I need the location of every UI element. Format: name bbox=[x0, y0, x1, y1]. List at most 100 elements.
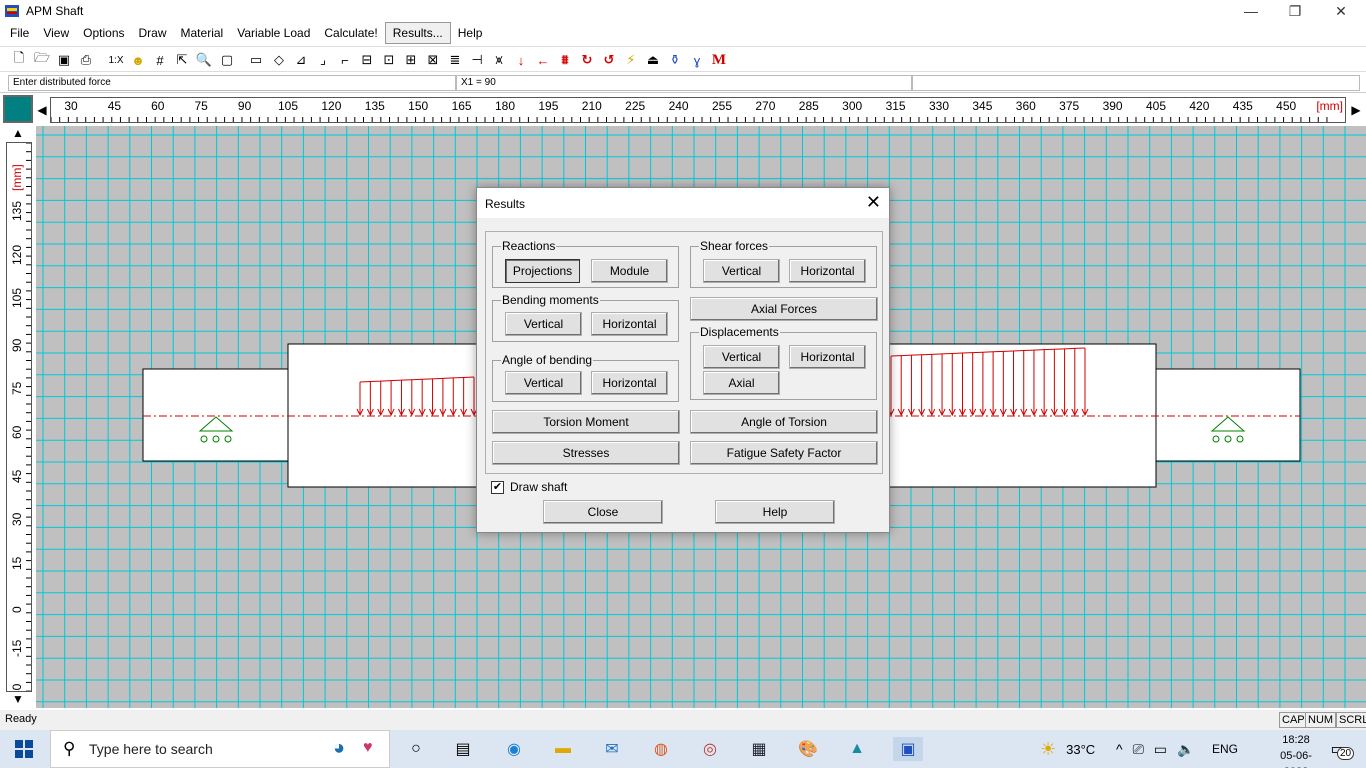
dialog-close-icon[interactable]: ✕ bbox=[866, 192, 881, 213]
grid-button[interactable]: # bbox=[150, 50, 170, 70]
draw-spline-button[interactable]: ≣ bbox=[445, 50, 465, 70]
draw-keyway-button[interactable]: ⊡ bbox=[379, 50, 399, 70]
zoom-button[interactable]: 🔍 bbox=[194, 50, 214, 70]
reactions-module-button[interactable]: Module bbox=[591, 259, 668, 283]
clock[interactable]: 18:28 05-06-2022 bbox=[1270, 732, 1322, 768]
shear-horizontal-button[interactable]: Horizontal bbox=[789, 259, 866, 283]
file-explorer-button[interactable]: ▬ bbox=[551, 737, 575, 761]
stresses-button[interactable]: Stresses bbox=[492, 441, 680, 465]
widgets-button[interactable]: ▤ bbox=[451, 737, 475, 761]
menu-help[interactable]: Help bbox=[451, 22, 490, 44]
shear-vertical-button[interactable]: Vertical bbox=[703, 259, 780, 283]
chrome-button[interactable]: ◎ bbox=[698, 737, 722, 761]
scroll-up-button[interactable]: ▲ bbox=[11, 126, 25, 140]
draw-thread-button[interactable]: ⊞ bbox=[401, 50, 421, 70]
support-icon: ⩙ bbox=[495, 52, 503, 67]
bending-moment-button[interactable]: ↻ bbox=[577, 50, 597, 70]
torsion-moment-button[interactable]: Torsion Moment bbox=[492, 410, 680, 434]
draw-fillet-button[interactable]: ⌐ bbox=[335, 50, 355, 70]
dialog-body: Reactions Projections Module Shear force… bbox=[485, 231, 883, 474]
material-button[interactable]: ⚱ bbox=[665, 50, 685, 70]
paint-button[interactable]: 🎨 bbox=[796, 737, 820, 761]
weather-sun-icon: ☀ bbox=[1040, 738, 1057, 759]
volume-icon[interactable]: 🔈 bbox=[1177, 741, 1194, 758]
calculator-app-button[interactable]: ▦ bbox=[747, 737, 771, 761]
restore-button[interactable]: ❐ bbox=[1272, 0, 1318, 22]
scroll-right-button[interactable]: ▶ bbox=[1349, 97, 1363, 123]
minimize-button[interactable]: — bbox=[1228, 0, 1274, 22]
palette-button[interactable]: ☻ bbox=[128, 50, 148, 70]
notifications-button[interactable]: ▭ 20 bbox=[1326, 737, 1355, 761]
task-view-button[interactable]: ○ bbox=[404, 737, 428, 761]
mail-button[interactable]: ✉ bbox=[600, 737, 624, 761]
print-button[interactable]: ⎙ bbox=[76, 50, 96, 70]
distributed-force-button[interactable]: ⩩ bbox=[555, 50, 575, 70]
fit-window-button[interactable]: ▢ bbox=[217, 50, 237, 70]
weather-widget[interactable]: ☀ 33°C bbox=[1040, 730, 1095, 768]
edge-button[interactable]: ◉ bbox=[502, 737, 526, 761]
bearing-button[interactable]: ⏏ bbox=[643, 50, 663, 70]
draw-groove-button[interactable]: ⊟ bbox=[357, 50, 377, 70]
menu-view[interactable]: View bbox=[36, 22, 76, 44]
radial-force-button[interactable]: ↓ bbox=[511, 50, 531, 70]
draw-cone-button[interactable]: ◇ bbox=[269, 50, 289, 70]
start-button[interactable] bbox=[12, 737, 36, 761]
close-button[interactable]: Close bbox=[543, 500, 663, 524]
draw-shaft-label: Draw shaft bbox=[510, 480, 568, 494]
apm-shaft-task-button[interactable]: ▣ bbox=[893, 737, 923, 761]
fatigue-safety-factor-button[interactable]: Fatigue Safety Factor bbox=[690, 441, 878, 465]
meet-icon[interactable]: ⎚ bbox=[1133, 741, 1144, 758]
reactions-projections-button[interactable]: Projections bbox=[505, 259, 580, 283]
torque-button[interactable]: ↺ bbox=[599, 50, 619, 70]
draw-section-button[interactable]: ⊣ bbox=[467, 50, 487, 70]
menu-draw[interactable]: Draw bbox=[132, 22, 174, 44]
menu-material[interactable]: Material bbox=[174, 22, 231, 44]
draw-cylinder-button[interactable]: ▭ bbox=[246, 50, 266, 70]
calculate-button[interactable]: ⚡ bbox=[621, 50, 641, 70]
menu-options[interactable]: Options bbox=[76, 22, 131, 44]
draw-hole-button[interactable]: ⊠ bbox=[423, 50, 443, 70]
scroll-down-button[interactable]: ▼ bbox=[11, 692, 25, 706]
prompt-bar: Enter distributed force X1 = 90 bbox=[0, 73, 1366, 93]
chevron-up-icon[interactable]: ^ bbox=[1116, 741, 1123, 757]
menu-variable-load[interactable]: Variable Load bbox=[230, 22, 317, 44]
color-swatch[interactable] bbox=[3, 95, 33, 123]
firefox-button[interactable]: ◍ bbox=[649, 737, 673, 761]
m-button[interactable]: M bbox=[709, 50, 729, 70]
prompt-extra bbox=[912, 75, 1360, 91]
open-file-button[interactable]: 🗁 bbox=[32, 50, 52, 70]
displacement-vertical-button[interactable]: Vertical bbox=[703, 345, 780, 369]
zoom-ratio-button[interactable]: 1:X bbox=[106, 50, 126, 70]
taskbar-search[interactable]: ⚲ Type here to search ◕ ♥ bbox=[50, 730, 390, 768]
help-button[interactable]: Help bbox=[715, 500, 835, 524]
menu-results[interactable]: Results... bbox=[384, 22, 451, 44]
support-button[interactable]: ⩙ bbox=[489, 50, 509, 70]
results-diagram-button[interactable]: ɣ bbox=[687, 50, 707, 70]
angle-bending-horizontal-button[interactable]: Horizontal bbox=[591, 371, 668, 395]
bearing-icon: ⏏ bbox=[646, 52, 660, 67]
select-button[interactable]: ⇱ bbox=[172, 50, 192, 70]
axial-forces-button[interactable]: Axial Forces bbox=[690, 297, 878, 321]
save-button[interactable]: ▣ bbox=[54, 50, 74, 70]
menu-file[interactable]: File bbox=[3, 22, 36, 44]
checkmark-icon: ✔ bbox=[491, 480, 504, 494]
new-file-button[interactable]: 🗋 bbox=[9, 50, 29, 70]
draw-shaft-checkbox[interactable]: ✔ Draw shaft bbox=[491, 480, 567, 494]
hole-icon: ⊠ bbox=[427, 52, 439, 67]
print-icon: ⎙ bbox=[80, 52, 92, 67]
draw-step-button[interactable]: ⊿ bbox=[291, 50, 311, 70]
axial-force-button[interactable]: ← bbox=[533, 50, 553, 70]
menu-calculate[interactable]: Calculate! bbox=[317, 22, 384, 44]
scroll-left-button[interactable]: ◀ bbox=[35, 97, 49, 123]
displacement-horizontal-button[interactable]: Horizontal bbox=[789, 345, 866, 369]
angle-bending-vertical-button[interactable]: Vertical bbox=[505, 371, 582, 395]
language-indicator[interactable]: ENG bbox=[1212, 730, 1238, 768]
displacement-axial-button[interactable]: Axial bbox=[703, 371, 780, 395]
bending-vertical-button[interactable]: Vertical bbox=[505, 312, 582, 336]
angle-of-torsion-button[interactable]: Angle of Torsion bbox=[690, 410, 878, 434]
graph-app-button[interactable]: ▲ bbox=[845, 737, 869, 761]
network-icon[interactable]: ▭ bbox=[1154, 741, 1167, 758]
bending-horizontal-button[interactable]: Horizontal bbox=[591, 312, 668, 336]
close-window-button[interactable]: ✕ bbox=[1318, 0, 1364, 22]
draw-chamfer-button[interactable]: ⌟ bbox=[313, 50, 333, 70]
